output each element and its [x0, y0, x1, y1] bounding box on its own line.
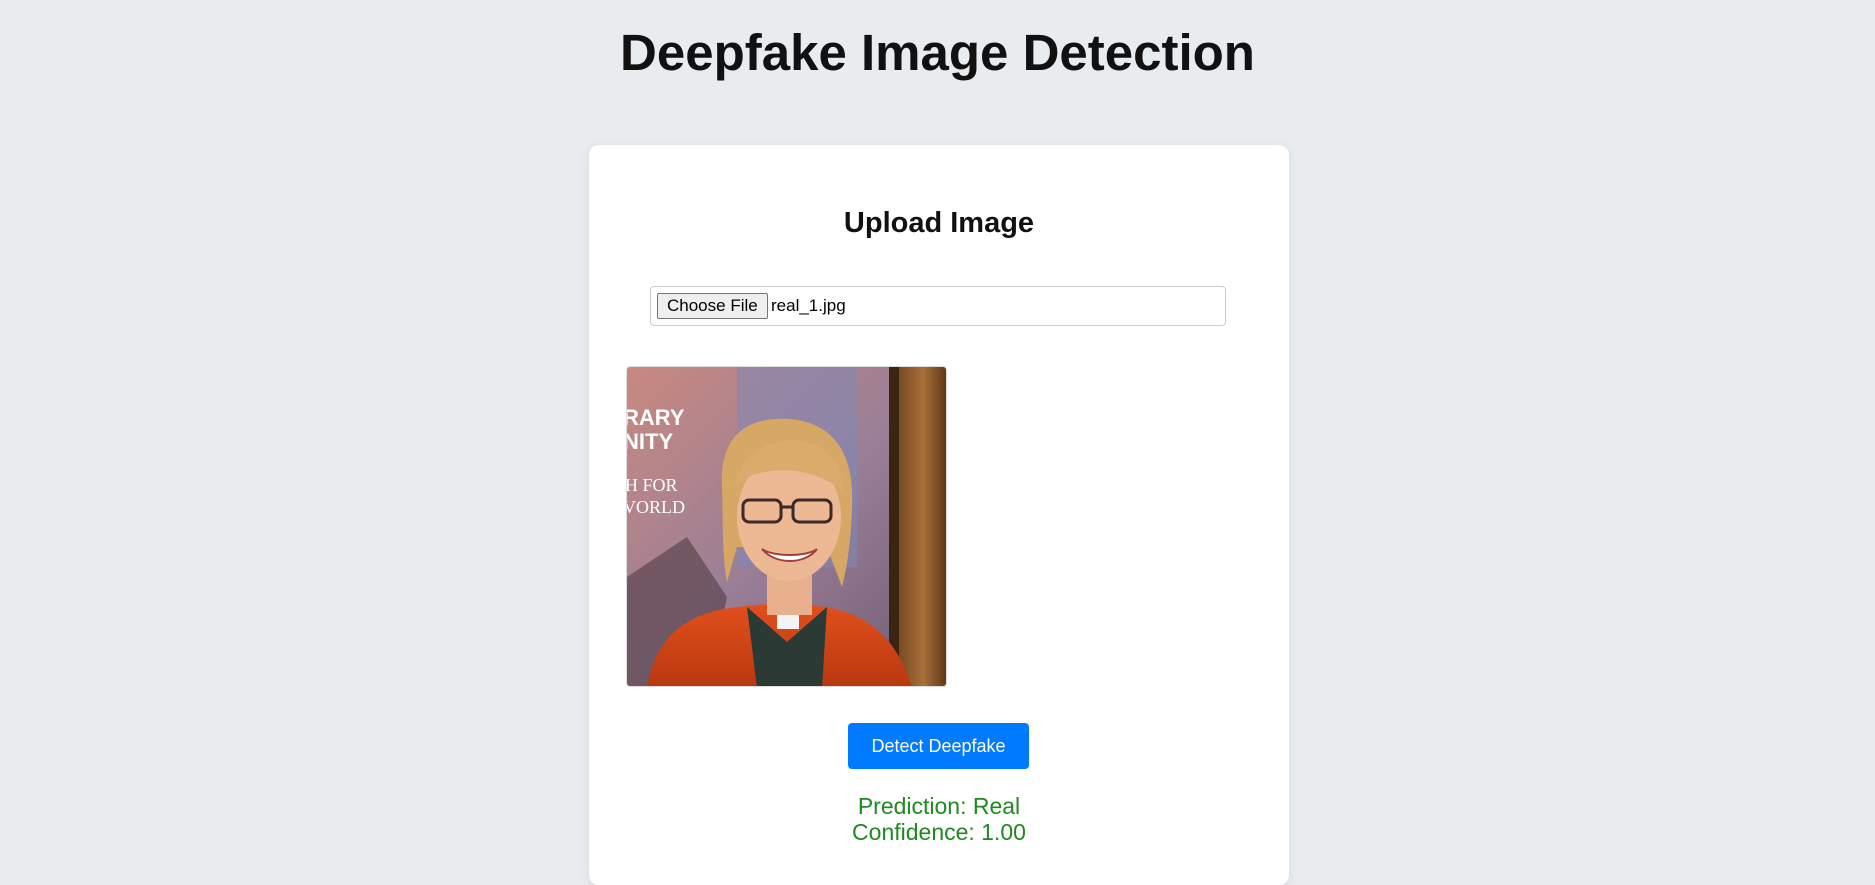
page-title: Deepfake Image Detection	[620, 24, 1255, 81]
prediction-result: Prediction: Real Confidence: 1.00	[589, 793, 1289, 845]
svg-text:VORLD: VORLD	[627, 497, 685, 517]
file-input[interactable]: Choose File real_1.jpg	[650, 286, 1226, 326]
svg-text:NITY: NITY	[627, 429, 673, 454]
selected-file-name: real_1.jpg	[771, 296, 846, 315]
upload-card: Upload Image Choose File real_1.jpg RARY…	[589, 145, 1289, 885]
prediction-text: Prediction: Real	[857, 793, 1021, 819]
svg-text:H FOR: H FOR	[627, 475, 678, 495]
confidence-text: Confidence: 1.00	[852, 819, 1026, 845]
image-preview: RARY NITY H FOR VORLD	[626, 366, 947, 687]
choose-file-button[interactable]: Choose File	[657, 293, 768, 319]
upload-heading: Upload Image	[843, 207, 1035, 239]
portrait-photo: RARY NITY H FOR VORLD	[627, 367, 946, 686]
detect-deepfake-button[interactable]: Detect Deepfake	[848, 723, 1029, 769]
svg-text:RARY: RARY	[627, 405, 685, 430]
